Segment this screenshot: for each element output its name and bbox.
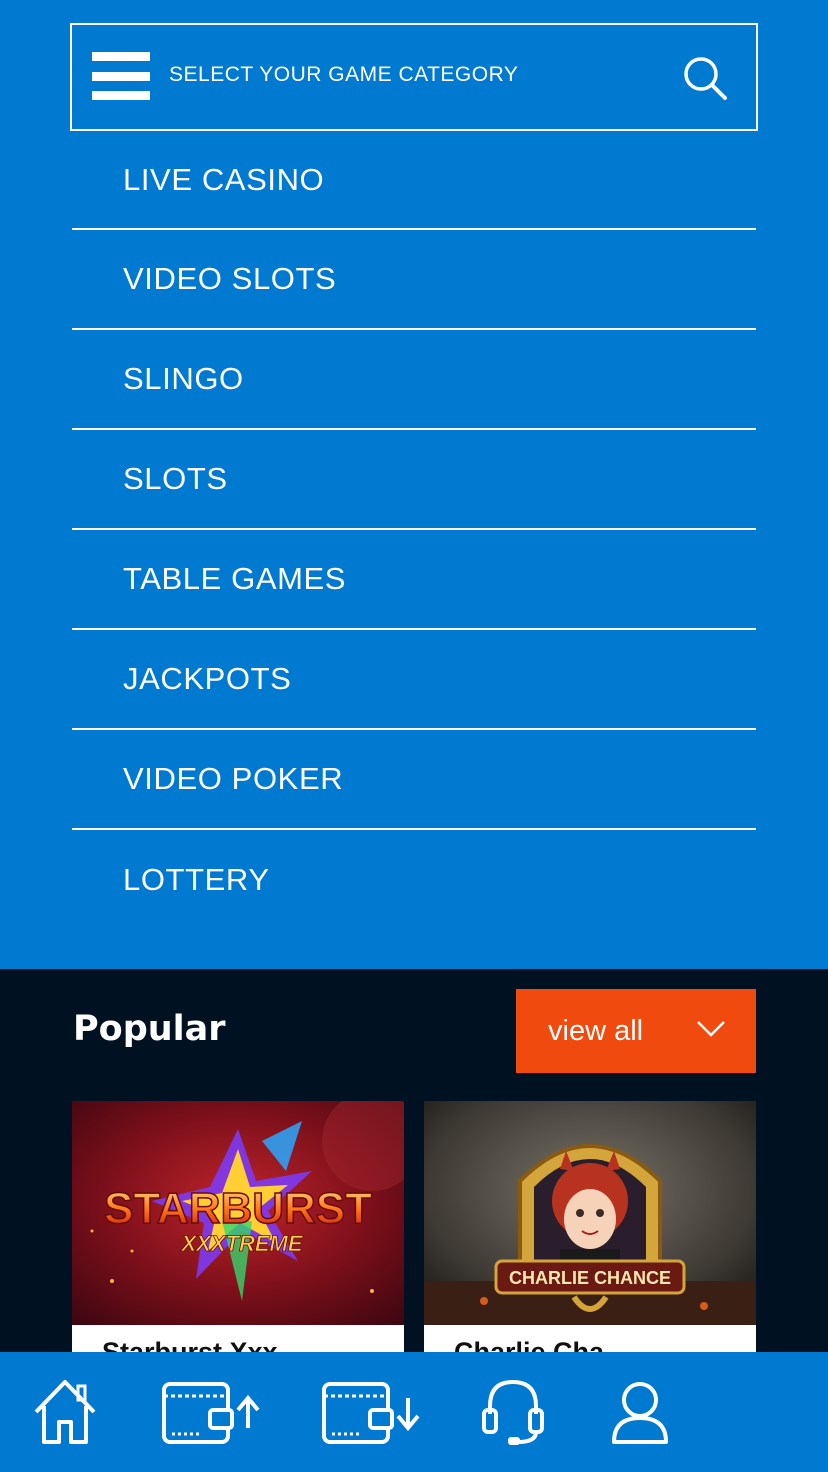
category-item-slingo[interactable]: SLINGO [72,330,756,430]
category-item-video-poker[interactable]: VIDEO POKER [72,730,756,830]
game-thumbnail-starburst: STARBURST XXXTREME [72,1101,404,1325]
starburst-logo-subtext: XXXTREME [179,1231,303,1256]
hamburger-bar [92,52,150,61]
category-selector-header[interactable]: SELECT YOUR GAME CATEGORY [70,23,758,131]
starburst-logo-text: STARBURST [104,1184,372,1233]
game-card-starburst[interactable]: STARBURST XXXTREME Starburst Xxx [72,1101,404,1361]
game-card-charlie-chance[interactable]: CHARLIE CHANCE Charlie Cha [424,1101,756,1361]
view-all-button[interactable]: view all [516,989,756,1073]
support-headset-icon[interactable] [480,1376,546,1448]
category-menu-panel: SELECT YOUR GAME CATEGORY LIVE CASINO VI… [0,0,828,969]
category-item-live-casino[interactable]: LIVE CASINO [72,131,756,230]
category-item-lottery[interactable]: LOTTERY [72,830,756,930]
charlie-chance-logo-text: CHARLIE CHANCE [509,1268,671,1288]
search-icon[interactable] [682,55,728,101]
popular-title: Popular [73,1009,226,1049]
wallet-deposit-icon[interactable] [162,1376,262,1448]
category-header-label: SELECT YOUR GAME CATEGORY [169,63,519,86]
category-item-video-slots[interactable]: VIDEO SLOTS [72,230,756,330]
wallet-withdraw-icon[interactable] [322,1376,422,1448]
category-list: LIVE CASINO VIDEO SLOTS SLINGO SLOTS TAB… [72,131,756,930]
popular-section: Popular view all STARBURST XXXTREME Star… [0,969,828,1361]
game-thumbnail-charlie-chance: CHARLIE CHANCE [424,1101,756,1325]
hamburger-bar [92,91,150,100]
bottom-navigation [0,1352,828,1472]
chevron-down-icon [697,1021,725,1037]
home-icon[interactable] [32,1376,98,1448]
category-item-slots[interactable]: SLOTS [72,430,756,530]
view-all-label: view all [548,1014,644,1047]
hamburger-icon[interactable] [92,52,150,100]
category-item-jackpots[interactable]: JACKPOTS [72,630,756,730]
hamburger-bar [92,71,150,81]
category-item-table-games[interactable]: TABLE GAMES [72,530,756,630]
account-user-icon[interactable] [610,1376,670,1448]
